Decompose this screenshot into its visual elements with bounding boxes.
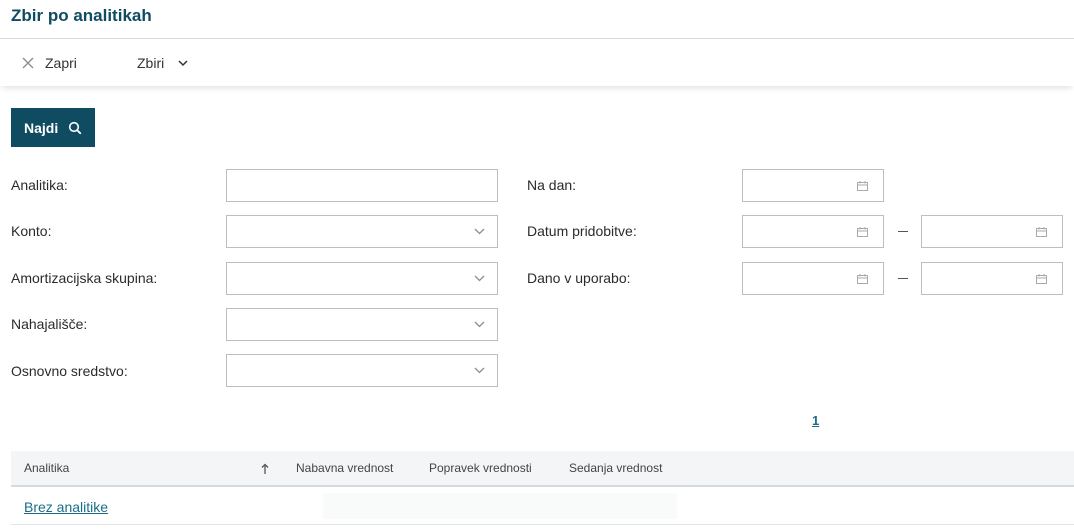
calendar-icon: [1036, 227, 1047, 237]
nahajalisce-select[interactable]: [226, 308, 498, 341]
dano-v-uporabo-label: Dano v uporabo:: [527, 270, 631, 286]
page-title: Zbir po analitikah: [11, 6, 152, 25]
zbiri-menu-label: Zbiri: [137, 55, 165, 71]
analitika-label: Analitika:: [11, 177, 68, 193]
calendar-icon: [857, 227, 868, 237]
zbiri-menu-button[interactable]: Zbiri: [137, 54, 188, 72]
amortizacijska-skupina-select[interactable]: [226, 262, 498, 295]
konto-label: Konto:: [11, 223, 52, 239]
na-dan-label: Na dan:: [527, 177, 577, 193]
osnovno-sredstvo-label: Osnovno sredstvo:: [11, 363, 128, 379]
column-header-sedanja-vrednost[interactable]: Sedanja vrednost: [569, 461, 662, 475]
table-row: Brez analitike: [11, 489, 1074, 525]
close-button-label: Zapri: [45, 55, 77, 71]
na-dan-date-input[interactable]: [742, 169, 884, 202]
chevron-down-icon: [474, 321, 485, 328]
calendar-icon: [857, 181, 868, 191]
chevron-down-icon: [178, 60, 188, 67]
pagination-page-link[interactable]: 1: [812, 413, 819, 428]
column-header-analitika[interactable]: Analitika: [24, 461, 69, 475]
column-header-popravek-vrednosti[interactable]: Popravek vrednosti: [429, 461, 532, 475]
search-icon: [69, 121, 82, 134]
najdi-button[interactable]: Najdi: [11, 108, 95, 147]
analitika-input[interactable]: [226, 169, 498, 202]
dano-v-uporabo-to-input[interactable]: [921, 262, 1063, 295]
analitika-link[interactable]: Brez analitike: [24, 499, 108, 515]
range-dash: [898, 278, 908, 279]
range-dash: [898, 231, 908, 232]
chevron-down-icon: [474, 228, 485, 235]
datum-pridobitve-from-input[interactable]: [742, 215, 884, 248]
osnovno-sredstvo-select[interactable]: [226, 354, 498, 387]
najdi-button-label: Najdi: [24, 119, 59, 136]
close-icon: [22, 57, 34, 69]
calendar-icon: [1036, 274, 1047, 284]
sort-asc-icon[interactable]: [261, 463, 269, 475]
row-values-area: [323, 493, 677, 519]
column-header-nabavna-vrednost[interactable]: Nabavna vrednost: [296, 461, 393, 475]
datum-pridobitve-label: Datum pridobitve:: [527, 223, 637, 239]
calendar-icon: [857, 274, 868, 284]
konto-select[interactable]: [226, 215, 498, 248]
nahajalisce-label: Nahajališče:: [11, 316, 88, 332]
chevron-down-icon: [474, 367, 485, 374]
datum-pridobitve-to-input[interactable]: [921, 215, 1063, 248]
toolbar: Zapri Zbiri: [0, 39, 1074, 86]
dano-v-uporabo-from-input[interactable]: [742, 262, 884, 295]
amortizacijska-skupina-label: Amortizacijska skupina:: [11, 270, 158, 286]
table-header: Analitika Nabavna vrednost Popravek vred…: [11, 451, 1074, 487]
close-button[interactable]: Zapri: [21, 54, 77, 72]
chevron-down-icon: [474, 275, 485, 282]
